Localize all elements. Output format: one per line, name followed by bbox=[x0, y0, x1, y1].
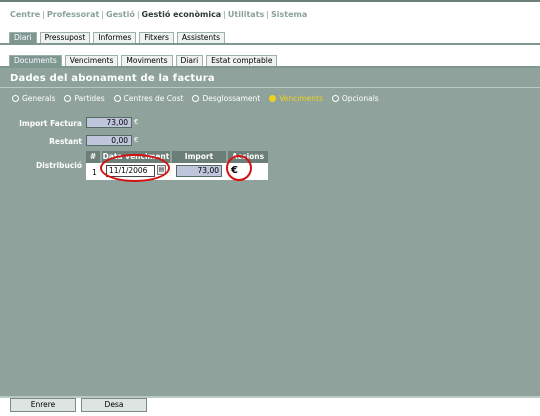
grid-header-accions: Accions bbox=[228, 151, 268, 163]
nav-gestio-economica[interactable]: Gestió econòmica bbox=[142, 10, 222, 19]
nav-professorat[interactable]: Professorat bbox=[47, 10, 99, 19]
radio-circle-icon bbox=[64, 95, 72, 102]
nav-separator: | bbox=[223, 10, 226, 19]
radio-circle-icon bbox=[331, 95, 339, 102]
radio-label: Desglossament bbox=[202, 94, 261, 103]
restant-field: 0,00 bbox=[86, 135, 132, 146]
radio-label: Partides bbox=[74, 94, 105, 103]
euro-symbol: € bbox=[134, 118, 139, 126]
nav-gestio[interactable]: Gestió bbox=[106, 10, 135, 19]
tab-fitxers[interactable]: Fitxers bbox=[139, 32, 174, 43]
radio-centres-de-cost[interactable]: Centres de Cost bbox=[113, 94, 184, 103]
import-factura-label: Import Factura bbox=[19, 119, 82, 128]
due-date-input[interactable]: 11/1/2006 bbox=[106, 165, 155, 177]
tab-venciments[interactable]: Venciments bbox=[64, 55, 119, 66]
back-button[interactable]: Enrere bbox=[10, 398, 76, 412]
tab-assistents[interactable]: Assistents bbox=[176, 32, 226, 43]
radio-label: Venciments bbox=[279, 94, 323, 103]
radio-venciments[interactable]: Venciments bbox=[269, 94, 323, 103]
euro-symbol: € bbox=[134, 136, 139, 144]
nav-separator: | bbox=[101, 10, 104, 19]
radio-label: Generals bbox=[22, 94, 56, 103]
top-bar-line bbox=[0, 0, 540, 2]
row-amount-input[interactable]: 73,00 bbox=[176, 165, 222, 177]
grid-header-date: Data venciment bbox=[102, 151, 170, 163]
radio-partides[interactable]: Partides bbox=[64, 94, 105, 103]
nav-sistema[interactable]: Sistema bbox=[271, 10, 307, 19]
nav-utilitats[interactable]: Utilitats bbox=[228, 10, 264, 19]
radio-circle-icon bbox=[12, 95, 19, 102]
secondary-tabs: Documents Venciments Moviments Diari Est… bbox=[9, 55, 278, 66]
tab-informes[interactable]: Informes bbox=[93, 32, 137, 43]
radio-circle-icon bbox=[113, 95, 121, 102]
tab-pressupost[interactable]: Pressupost bbox=[39, 32, 91, 43]
distribucio-label: Distribució bbox=[36, 161, 82, 170]
calendar-icon[interactable]: ▤ bbox=[157, 165, 166, 175]
invoice-credit-panel: Dades del abonament de la factura Genera… bbox=[0, 68, 540, 396]
panel-title: Dades del abonament de la factura bbox=[10, 73, 215, 84]
nav-separator: | bbox=[136, 10, 140, 19]
primary-tabs-rule bbox=[0, 43, 540, 45]
radio-label: Opcionals bbox=[341, 94, 379, 103]
tab-documents[interactable]: Documents bbox=[9, 55, 62, 66]
row-number: 1 bbox=[92, 168, 97, 177]
grid-header-number: # bbox=[86, 151, 100, 163]
tab-diari-secondary[interactable]: Diari bbox=[175, 55, 204, 66]
save-button[interactable]: Desa bbox=[81, 398, 147, 412]
nav-centre[interactable]: Centre bbox=[10, 10, 40, 19]
import-factura-field: 73,00 bbox=[86, 117, 132, 128]
tab-estat-comptable[interactable]: Estat comptable bbox=[206, 55, 278, 66]
section-radio-group: Generals Partides Centres de Cost Desglo… bbox=[12, 94, 379, 103]
radio-desglossament[interactable]: Desglossament bbox=[192, 94, 260, 103]
primary-tabs: Diari Pressupost Informes Fitxers Assist… bbox=[9, 32, 226, 43]
nav-separator: | bbox=[266, 10, 269, 19]
grid-header-import: Import bbox=[172, 151, 226, 163]
restant-label: Restant bbox=[49, 137, 82, 146]
radio-generals[interactable]: Generals bbox=[12, 94, 55, 103]
tab-diari[interactable]: Diari bbox=[9, 32, 37, 43]
radio-label: Centres de Cost bbox=[123, 94, 184, 103]
nav-separator: | bbox=[42, 10, 45, 19]
radio-circle-icon bbox=[269, 95, 277, 102]
radio-circle-icon bbox=[192, 95, 200, 102]
radio-opcionals[interactable]: Opcionals bbox=[331, 94, 379, 103]
top-navigation: Centre | Professorat | Gestió | Gestió econòmi… bbox=[10, 10, 307, 19]
euro-action-icon[interactable]: € bbox=[231, 165, 238, 176]
title-divider bbox=[0, 87, 540, 88]
tab-moviments[interactable]: Moviments bbox=[121, 55, 173, 66]
